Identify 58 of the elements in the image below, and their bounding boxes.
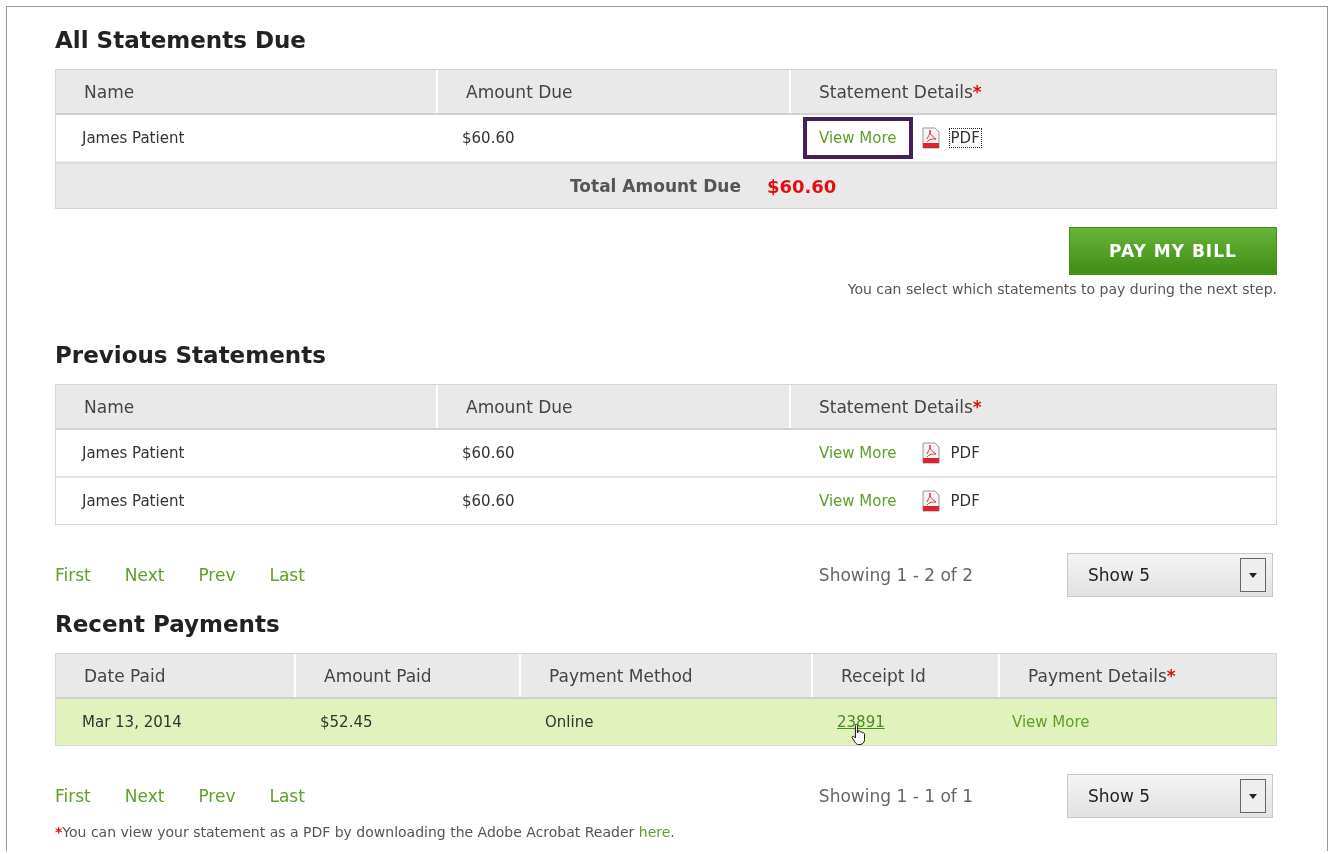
pager-link[interactable]: Next [124, 786, 165, 806]
table-cell: James Patient [82, 444, 185, 462]
column-header: Amount Due [436, 385, 789, 428]
view-more-link[interactable]: View More [803, 432, 913, 474]
pager-link[interactable]: Last [269, 786, 305, 806]
pager-link[interactable]: Next [124, 565, 165, 585]
pager-link[interactable]: First [55, 565, 91, 585]
section-title: Previous Statements [55, 342, 326, 368]
required-mark: * [972, 81, 982, 102]
column-header: Amount Paid [294, 654, 519, 697]
column-header: Payment Details* [998, 654, 1276, 697]
total-label: Total Amount Due [570, 176, 741, 196]
receipt-link[interactable]: 23891 [837, 713, 885, 731]
section-title: Recent Payments [55, 611, 280, 637]
view-more-link[interactable]: View More [803, 480, 913, 522]
table-cell: James Patient [82, 492, 185, 510]
column-header: Name [83, 80, 136, 104]
pay-bill-button[interactable]: PAY MY BILL [1069, 227, 1277, 275]
section-title: All Statements Due [55, 27, 306, 53]
pager-link[interactable]: Last [269, 565, 305, 585]
pdf-file-icon [920, 127, 941, 149]
total-amount: $60.60 [766, 175, 837, 197]
column-header: Name [83, 395, 136, 419]
pager-link[interactable]: Prev [198, 786, 236, 806]
column-header: Date Paid [83, 664, 167, 688]
table-cell: $60.60 [462, 129, 515, 147]
column-header: Statement Details* [789, 385, 1276, 428]
table-cell: Mar 13, 2014 [82, 713, 182, 731]
page-size-select[interactable]: Show 5 [1067, 553, 1273, 597]
pager-link[interactable]: Prev [198, 565, 236, 585]
table-cell: $60.60 [462, 492, 515, 510]
caret-icon [1249, 793, 1257, 799]
column-header: Statement Details* [789, 70, 1276, 113]
pdf-file-icon [920, 490, 941, 512]
view-more-link[interactable]: View More [1012, 713, 1090, 731]
pdf-link[interactable]: PDF [948, 443, 982, 463]
footnote: *You can view your statement as a PDF by downloading the Adobe Acrobat Reader here. [55, 824, 676, 840]
table-cell: James Patient [82, 129, 185, 147]
pdf-file-icon [920, 442, 941, 464]
table-cell: Online [545, 713, 594, 731]
showing-count: Showing 1 - 1 of 1 [818, 786, 973, 806]
table-cell: $60.60 [462, 444, 515, 462]
required-mark: * [972, 396, 982, 417]
column-header: Payment Method [519, 654, 811, 697]
here-link[interactable]: here [638, 824, 671, 840]
showing-count: Showing 1 - 2 of 2 [818, 565, 973, 585]
pager-link[interactable]: First [55, 786, 91, 806]
column-header: Amount Due [436, 70, 789, 113]
pdf-link[interactable]: PDF [948, 128, 982, 148]
payment-row[interactable]: Mar 13, 2014 $52.45 Online 23891 View More [56, 699, 1276, 745]
table-cell: $52.45 [320, 713, 373, 731]
pay-note: You can select which statements to pay during the next step. [847, 281, 1277, 297]
page-size-select[interactable]: Show 5 [1067, 774, 1273, 818]
column-header: Receipt Id [811, 654, 998, 697]
caret-icon [1249, 572, 1257, 578]
pdf-link[interactable]: PDF [948, 491, 982, 511]
required-mark: * [1166, 665, 1176, 686]
view-more-link[interactable]: View More [803, 117, 913, 159]
